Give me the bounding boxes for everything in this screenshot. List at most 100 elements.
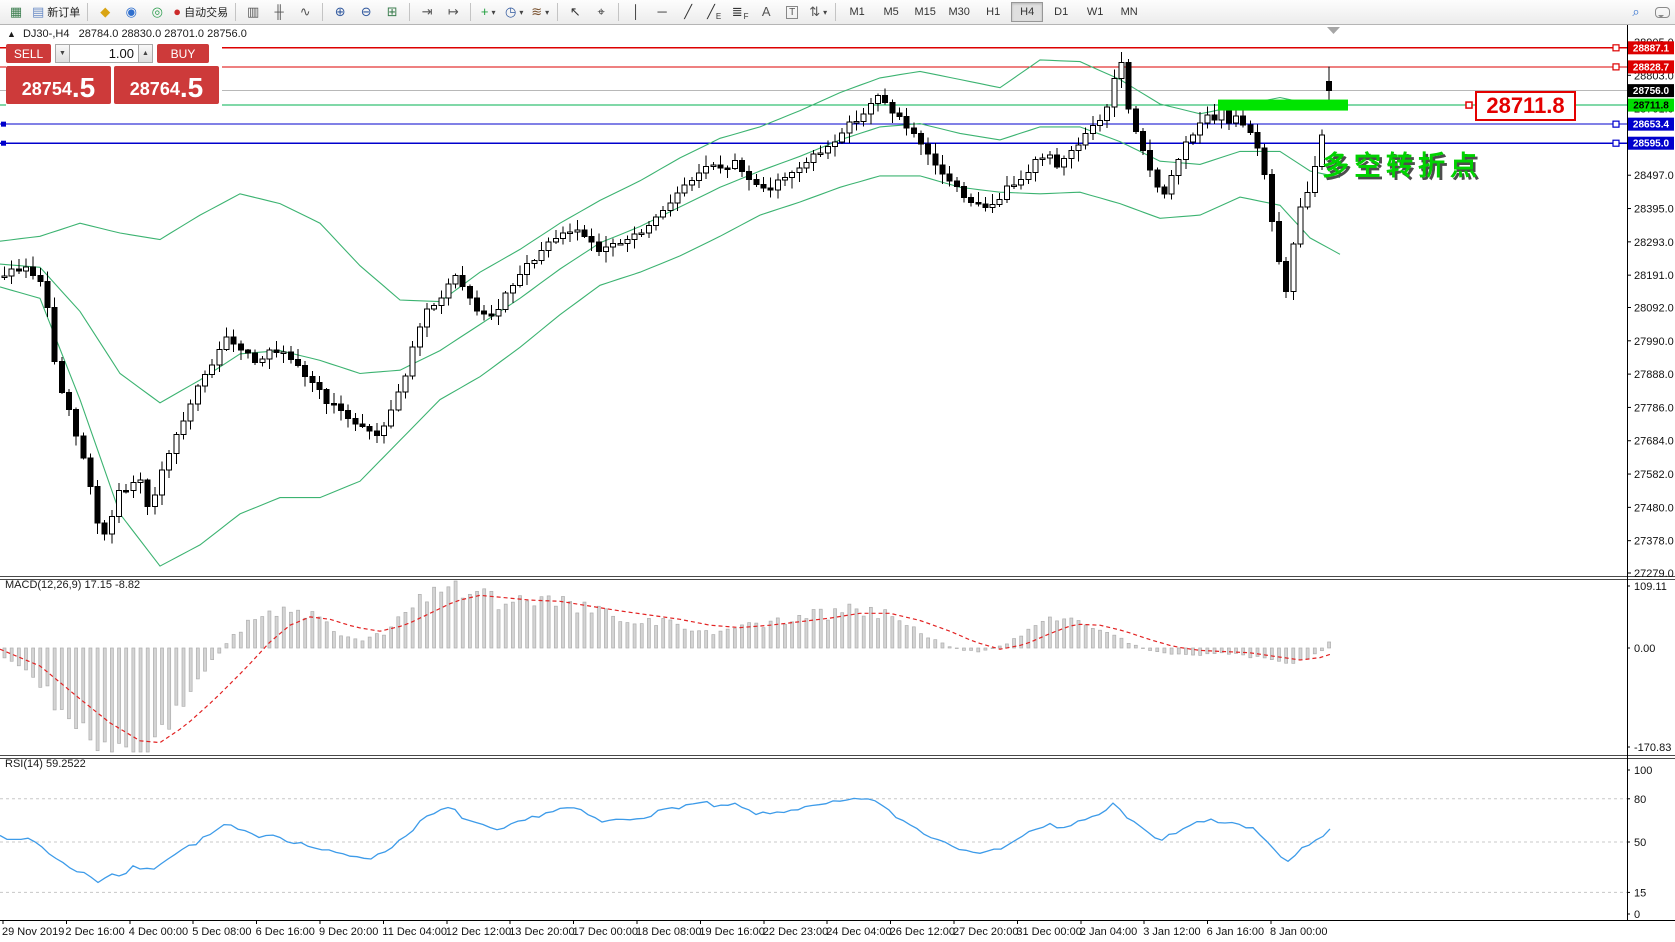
svg-text:29 Nov 2019: 29 Nov 2019: [2, 926, 64, 938]
tile-windows-icon: ⊞: [387, 2, 398, 22]
equidistant-channel-icon-letter: E: [716, 12, 721, 22]
search-button[interactable]: ⌕: [1623, 2, 1649, 22]
svg-text:2 Jan 04:00: 2 Jan 04:00: [1080, 926, 1138, 938]
sell-price-box[interactable]: 28754 .5: [6, 66, 111, 104]
volume-decrease-button[interactable]: ▼: [55, 44, 70, 63]
svg-text:28756.0: 28756.0: [1633, 86, 1670, 97]
chevron-down-icon[interactable]: ▾: [519, 8, 523, 17]
text-label-button[interactable]: T: [779, 2, 805, 22]
toolbar-separator: [618, 3, 619, 21]
chat-button[interactable]: [1649, 2, 1675, 22]
timeframe-button-w1[interactable]: W1: [1079, 2, 1111, 22]
chevron-down-icon[interactable]: ▾: [491, 8, 495, 17]
svg-text:109.11: 109.11: [1634, 581, 1667, 593]
autotrading-button[interactable]: ●自动交易: [170, 2, 231, 22]
svg-text:0.00: 0.00: [1634, 643, 1655, 655]
channel-button[interactable]: ╱E: [701, 2, 727, 22]
autotrading-button-label: 自动交易: [184, 4, 228, 20]
periods-button[interactable]: ◷▾: [501, 2, 527, 22]
trendline-icon: ╱: [684, 2, 692, 22]
turning-point-annotation[interactable]: 多空转折点: [1322, 144, 1482, 183]
buy-price-fraction: .5: [180, 74, 203, 102]
sell-price-fraction: .5: [72, 74, 95, 102]
collapse-panel-icon[interactable]: ▲: [7, 29, 16, 39]
toolbar-separator: [557, 3, 558, 21]
zoom-out-button[interactable]: ⊖: [353, 2, 379, 22]
svg-text:27378.0: 27378.0: [1634, 536, 1674, 548]
volume-increase-button[interactable]: ▲: [138, 44, 153, 63]
chevron-down-icon[interactable]: ▾: [823, 8, 827, 17]
svg-text:100: 100: [1634, 765, 1652, 777]
sell-button[interactable]: SELL: [6, 44, 51, 63]
svg-text:17 Dec 00:00: 17 Dec 00:00: [573, 926, 638, 938]
svg-text:27582.0: 27582.0: [1634, 469, 1674, 481]
text-button[interactable]: A: [753, 2, 779, 22]
buy-price-main: 28764: [130, 76, 180, 102]
timeframe-button-mn[interactable]: MN: [1113, 2, 1145, 22]
vertical-line-icon: │: [632, 2, 640, 22]
chevron-down-icon[interactable]: ▾: [545, 8, 549, 17]
indicators-icon: +: [481, 2, 489, 22]
price-callout-box[interactable]: 28711.8: [1475, 91, 1576, 121]
support-highlight-bar[interactable]: [1218, 100, 1348, 111]
cursor-button[interactable]: ↖: [562, 2, 588, 22]
horizontal-line-button[interactable]: ─: [649, 2, 675, 22]
vertical-line-button[interactable]: │: [623, 2, 649, 22]
timeframe-button-m5[interactable]: M5: [875, 2, 907, 22]
svg-text:5 Dec 08:00: 5 Dec 08:00: [192, 926, 251, 938]
zoom-out-icon: ⊖: [361, 2, 372, 22]
svg-text:28595.0: 28595.0: [1633, 139, 1670, 150]
svg-text:28395.0: 28395.0: [1634, 204, 1674, 216]
timeframe-button-m30[interactable]: M30: [943, 2, 975, 22]
chat-icon: [1655, 7, 1670, 18]
buy-button[interactable]: BUY: [157, 44, 209, 63]
svg-text:28711.8: 28711.8: [1633, 101, 1669, 112]
crosshair-button[interactable]: ⌖: [588, 2, 614, 22]
auto-scroll-button[interactable]: ⇥: [414, 2, 440, 22]
volume-input[interactable]: [70, 44, 138, 63]
svg-text:27990.0: 27990.0: [1634, 336, 1674, 348]
timeframe-button-m15[interactable]: M15: [909, 2, 941, 22]
tile-windows-button[interactable]: ⊞: [379, 2, 405, 22]
chart-window: 28905.028803.028701.028599.028497.028395…: [0, 25, 1675, 942]
periods-icon: ◷: [505, 2, 516, 22]
arrows-button[interactable]: ⇅▾: [805, 2, 831, 22]
svg-text:27786.0: 27786.0: [1634, 402, 1674, 414]
bar-chart-button[interactable]: ▥: [240, 2, 266, 22]
line-chart-icon: ∿: [300, 2, 311, 22]
metaquotes-button[interactable]: ◆: [92, 2, 118, 22]
svg-text:31 Dec 00:00: 31 Dec 00:00: [1016, 926, 1081, 938]
fibonacci-button[interactable]: ≣F: [727, 2, 753, 22]
metaeditor-icon: ◉: [126, 2, 137, 22]
timeframe-button-d1[interactable]: D1: [1045, 2, 1077, 22]
svg-text:15: 15: [1634, 887, 1646, 899]
zoom-in-button[interactable]: ⊕: [327, 2, 353, 22]
market-watch-icon: ◎: [152, 2, 163, 22]
trendline-button[interactable]: ╱: [675, 2, 701, 22]
svg-text:27684.0: 27684.0: [1634, 436, 1674, 448]
buy-price-box[interactable]: 28764 .5: [114, 66, 219, 104]
timeframe-button-h1[interactable]: H1: [977, 2, 1009, 22]
chart-shift-button[interactable]: ↦: [440, 2, 466, 22]
toolbar-separator: [322, 3, 323, 21]
candlestick-chart-button[interactable]: ╫: [266, 2, 292, 22]
new-order-button[interactable]: ▤新订单: [29, 2, 83, 22]
svg-text:9 Dec 20:00: 9 Dec 20:00: [319, 926, 378, 938]
toolbar-separator: [835, 3, 836, 21]
templates-button[interactable]: ≋▾: [527, 2, 553, 22]
svg-text:50: 50: [1634, 837, 1646, 849]
new-chart-button[interactable]: ▦: [3, 2, 29, 22]
rsi-indicator-label: RSI(14) 59.2522: [5, 758, 86, 770]
timeframe-button-m1[interactable]: M1: [841, 2, 873, 22]
line-chart-button[interactable]: ∿: [292, 2, 318, 22]
metaeditor-button[interactable]: ◉: [118, 2, 144, 22]
text-label-icon: T: [786, 6, 798, 19]
svg-text:8 Jan 00:00: 8 Jan 00:00: [1270, 926, 1328, 938]
svg-text:28092.0: 28092.0: [1634, 302, 1674, 314]
svg-text:0: 0: [1634, 909, 1640, 921]
timeframe-button-h4[interactable]: H4: [1011, 2, 1043, 22]
svg-text:-170.83: -170.83: [1634, 742, 1671, 754]
svg-text:80: 80: [1634, 794, 1646, 806]
indicators-button[interactable]: +▾: [475, 2, 501, 22]
market-watch-button[interactable]: ◎: [144, 2, 170, 22]
